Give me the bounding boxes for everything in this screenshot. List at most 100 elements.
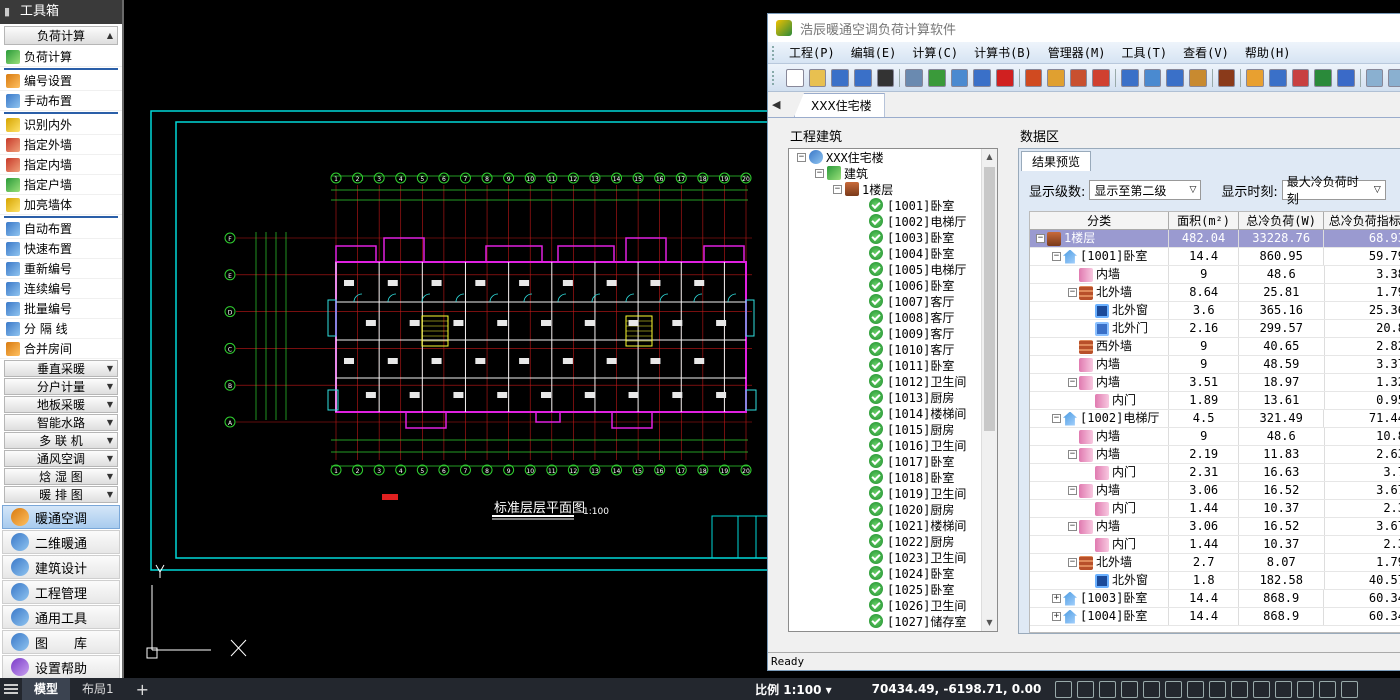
- tree-node-room[interactable]: [1018]卧室: [789, 469, 981, 485]
- column-header[interactable]: 总冷负荷(W): [1239, 212, 1325, 229]
- module-library[interactable]: 图 库: [2, 630, 120, 654]
- tree-node-room[interactable]: [1019]卫生间: [789, 485, 981, 501]
- tool-place[interactable]: 手动布置: [0, 91, 122, 111]
- table-row[interactable]: 内门 1.44 10.37 2.3: [1030, 536, 1400, 554]
- tab-project[interactable]: XXX住宅楼: [794, 93, 885, 117]
- module-architecture[interactable]: 建筑设计: [2, 555, 120, 579]
- tree-scrollbar[interactable]: ▲ ▼: [981, 149, 997, 631]
- toolbar-button-icon[interactable]: [1189, 68, 1207, 87]
- toolbar-button-icon[interactable]: [905, 68, 923, 87]
- cad-mode-toggle-icon[interactable]: [1187, 680, 1205, 698]
- table-row[interactable]: + [1003]卧室 14.4 868.9 60.34: [1030, 590, 1400, 608]
- cad-mode-toggle-icon[interactable]: [1099, 680, 1117, 698]
- cad-mode-toggle-icon[interactable]: [1143, 680, 1161, 698]
- collapse-icon[interactable]: −: [1068, 522, 1077, 531]
- cad-mode-toggle-icon[interactable]: [1231, 680, 1249, 698]
- tree-node-room[interactable]: [1026]卫生间: [789, 597, 981, 613]
- tree-node-room[interactable]: [1007]客厅: [789, 293, 981, 309]
- toolbar-button-icon[interactable]: [973, 68, 991, 87]
- cad-mode-toggle-icon[interactable]: [1209, 680, 1227, 698]
- toolbar-button-icon[interactable]: [1143, 68, 1162, 87]
- table-row[interactable]: 北外窗 1.8 182.58 40.57: [1030, 572, 1400, 590]
- column-header[interactable]: 面积(m²): [1169, 212, 1239, 229]
- tree-node-room[interactable]: [1023]卫生间: [789, 549, 981, 565]
- module-hvac-2d[interactable]: 二维暖通: [2, 530, 120, 554]
- toolbar-button-icon[interactable]: [785, 68, 804, 87]
- tool-unit-wall[interactable]: 指定户墙: [0, 175, 122, 195]
- toolbar-button-icon[interactable]: [1337, 68, 1355, 87]
- tool-inner-wall[interactable]: 指定内墙: [0, 155, 122, 175]
- tree-node-project[interactable]: − XXX住宅楼: [789, 149, 981, 165]
- toolbar-button-icon[interactable]: [927, 68, 946, 87]
- tool-renumber[interactable]: 重新编号: [0, 259, 122, 279]
- table-row[interactable]: − [1001]卧室 14.4 860.95 59.79: [1030, 248, 1400, 266]
- table-row[interactable]: 内门 1.89 13.61 0.95: [1030, 392, 1400, 410]
- table-row[interactable]: − 北外墙 8.64 25.81 1.79: [1030, 284, 1400, 302]
- toolbar-button-icon[interactable]: [995, 68, 1014, 87]
- add-layout-button[interactable]: +: [126, 680, 159, 699]
- toolbar-button-icon[interactable]: [876, 68, 895, 87]
- tool-quick-place[interactable]: 快速布置: [0, 239, 122, 259]
- section-item[interactable]: 通风空调 ▼: [4, 450, 118, 467]
- collapse-icon[interactable]: −: [1068, 450, 1077, 459]
- tree-node-room[interactable]: [1021]楼梯间: [789, 517, 981, 533]
- tree-node-room[interactable]: [1020]厨房: [789, 501, 981, 517]
- menu-item[interactable]: 工具(T): [1113, 44, 1175, 61]
- tool-merge-room[interactable]: 合并房间: [0, 339, 122, 359]
- table-row[interactable]: 西外墙 9 40.65 2.82: [1030, 338, 1400, 356]
- expand-icon[interactable]: +: [1052, 594, 1061, 603]
- tree-node-room[interactable]: [1017]卧室: [789, 453, 981, 469]
- section-item[interactable]: 暖 排 图 ▼: [4, 486, 118, 503]
- scroll-down-icon[interactable]: ▼: [982, 615, 997, 631]
- table-row[interactable]: 内墙 9 48.6 10.8: [1030, 428, 1400, 446]
- collapse-icon[interactable]: −: [1052, 252, 1061, 261]
- tab-layout1[interactable]: 布局1: [70, 678, 126, 700]
- table-row[interactable]: − 内墙 3.06 16.52 3.67: [1030, 482, 1400, 500]
- tree-node-room[interactable]: [1001]卧室: [789, 197, 981, 213]
- collapse-icon[interactable]: −: [1068, 288, 1077, 297]
- module-hvac[interactable]: 暖通空调: [2, 505, 120, 529]
- table-row[interactable]: 内墙 9 48.6 3.38: [1030, 266, 1400, 284]
- cad-drawing-area[interactable]: 1 1 2 2 3 3 4 4 5 5 6 6 7 7 8 8 9 9 10 10 11 11 12 12 13 13 14 14 15…: [126, 0, 773, 678]
- table-row[interactable]: + [1004]卧室 14.4 868.9 60.34: [1030, 608, 1400, 626]
- scale-selector[interactable]: 比例 1:100 ▾: [755, 681, 832, 698]
- tab-result-preview[interactable]: 结果预览: [1021, 151, 1092, 171]
- table-row[interactable]: 内门 1.44 10.37 2.3: [1030, 500, 1400, 518]
- table-row[interactable]: 内门 2.31 16.63 3.7: [1030, 464, 1400, 482]
- section-item[interactable]: 垂直采暖 ▼: [4, 360, 118, 377]
- tool-batch-number[interactable]: 批量编号: [0, 299, 122, 319]
- toolbar-button-icon[interactable]: [1269, 68, 1287, 87]
- toolbar-button-icon[interactable]: [950, 68, 969, 87]
- tree-node-room[interactable]: [1013]厨房: [789, 389, 981, 405]
- cad-mode-toggle-icon[interactable]: [1275, 680, 1293, 698]
- toolbar-button-icon[interactable]: [808, 68, 827, 87]
- table-row[interactable]: 北外门 2.16 299.57 20.8: [1030, 320, 1400, 338]
- tool-auto-place[interactable]: 自动布置: [0, 219, 122, 239]
- tree-node-room[interactable]: [1025]卧室: [789, 581, 981, 597]
- tree-node-room[interactable]: [1003]卧室: [789, 229, 981, 245]
- cad-mode-toggle-icon[interactable]: [1165, 680, 1183, 698]
- menu-item[interactable]: 管理器(M): [1040, 44, 1114, 61]
- toolbar-button-icon[interactable]: [1121, 68, 1139, 87]
- table-row[interactable]: − 1楼层 482.04 33228.76 68.93: [1030, 230, 1400, 248]
- table-row[interactable]: − 内墙 3.51 18.97 1.32: [1030, 374, 1400, 392]
- tool-seq-number[interactable]: 连续编号: [0, 279, 122, 299]
- tree-node-room[interactable]: [1002]电梯厅: [789, 213, 981, 229]
- tree-node-room[interactable]: [1016]卫生间: [789, 437, 981, 453]
- tree-node-room[interactable]: [1006]卧室: [789, 277, 981, 293]
- tree-node-room[interactable]: [1004]卧室: [789, 245, 981, 261]
- expand-icon[interactable]: +: [1052, 612, 1061, 621]
- building-tree[interactable]: − XXX住宅楼 − 建筑 −1楼层 [1001]卧室 [1002]电梯厅 [1003]卧室[…: [788, 148, 998, 632]
- module-project-manage[interactable]: 工程管理: [2, 580, 120, 604]
- toolbar-button-icon[interactable]: [831, 68, 849, 87]
- section-item[interactable]: 地板采暖 ▼: [4, 396, 118, 413]
- collapse-icon[interactable]: −: [797, 152, 806, 162]
- tree-node-building[interactable]: − 建筑: [789, 165, 981, 181]
- tree-node-room[interactable]: [1027]储存室: [789, 613, 981, 629]
- menu-item[interactable]: 工程(P): [781, 44, 843, 61]
- tab-model[interactable]: 模型: [22, 678, 71, 700]
- tree-node-room[interactable]: [1024]卧室: [789, 565, 981, 581]
- cad-mode-toggle-icon[interactable]: [1297, 680, 1315, 698]
- column-header[interactable]: 分类: [1030, 212, 1170, 229]
- tree-node-room[interactable]: [1005]电梯厅: [789, 261, 981, 277]
